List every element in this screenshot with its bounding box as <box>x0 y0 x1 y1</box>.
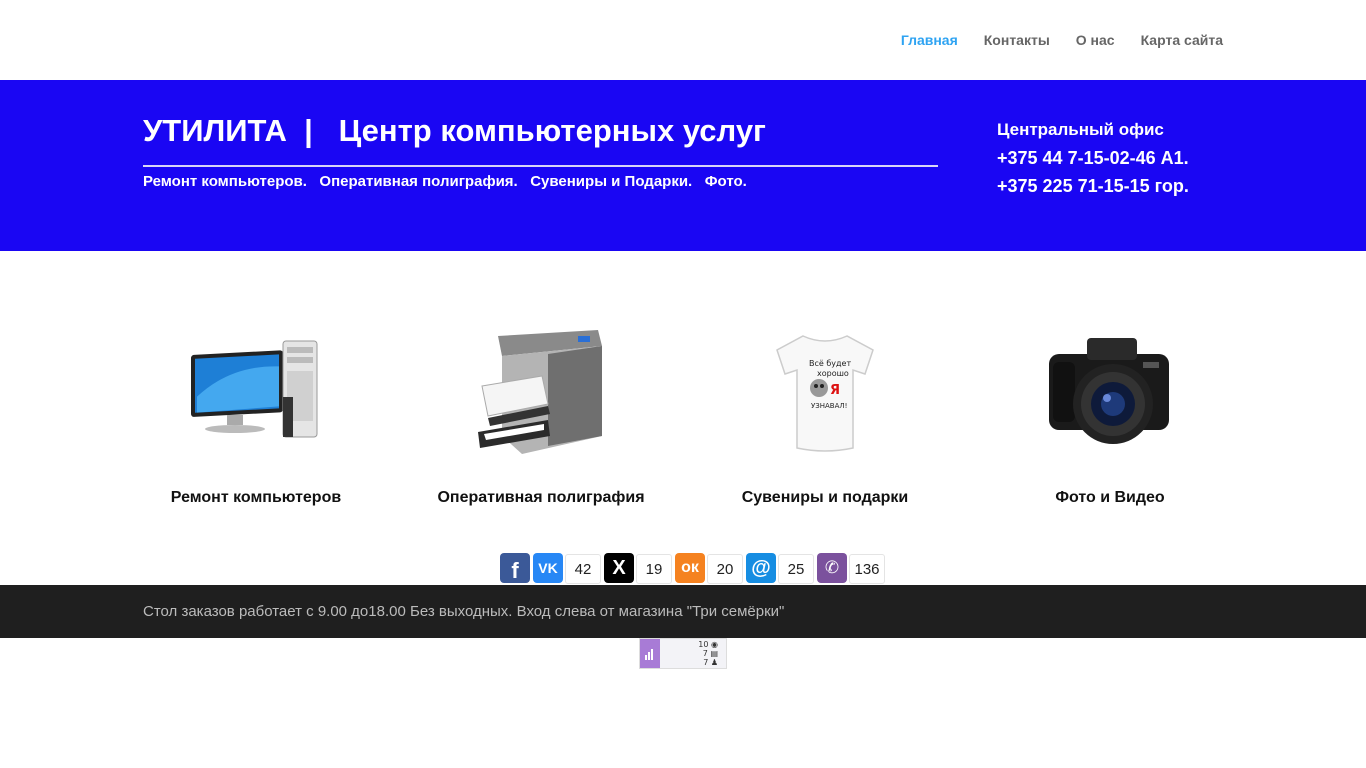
eye-icon: ◉ <box>711 640 718 649</box>
service-computer-repair[interactable]: Ремонт компьютеров <box>136 324 376 507</box>
top-navigation: Главная Контакты О нас Карта сайта <box>0 0 1366 80</box>
service-printing[interactable]: Оперативная полиграфия <box>421 324 661 507</box>
tshirt-icon[interactable]: Всё будет хорошо Я УЗНАВАЛ! <box>705 324 945 460</box>
odnoklassniki-icon: ок <box>681 559 699 576</box>
person-icon: ♟ <box>710 658 718 667</box>
footer-text: Стол заказов работает с 9.00 до18.00 Без… <box>143 603 785 620</box>
service-souvenirs[interactable]: Всё будет хорошо Я УЗНАВАЛ! Сувениры и п… <box>705 324 945 507</box>
phone-mobile: +375 44 7-15-02-46 А1. <box>997 148 1189 168</box>
office-title: Центральный офис <box>997 120 1164 139</box>
services-tagline: Ремонт компьютеров. Оперативная полиграф… <box>143 173 747 190</box>
footer: Стол заказов работает с 9.00 до18.00 Без… <box>0 585 1366 638</box>
nav-item-home[interactable]: Главная <box>901 32 958 48</box>
ok-share-count: 20 <box>707 554 743 584</box>
visitor-counter[interactable]: 10 ◉ 7 ▤ 7 ♟ <box>639 638 727 669</box>
service-photo-video[interactable]: Фото и Видео <box>990 324 1230 507</box>
mail-share-count: 25 <box>778 554 814 584</box>
vk-icon: VK <box>538 560 558 576</box>
site-title[interactable]: УТИЛИТА | Центр компьютерных услуг <box>143 113 766 149</box>
at-sign-icon: @ <box>751 556 771 579</box>
service-label[interactable]: Сувениры и подарки <box>705 489 945 507</box>
visit-icon: ▤ <box>710 649 718 658</box>
counter-values: 10 ◉ 7 ▤ 7 ♟ <box>698 640 718 667</box>
vk-share-button[interactable]: VK <box>533 553 563 583</box>
odnoklassniki-share-button[interactable]: ок <box>675 553 705 583</box>
nav-menu: Главная Контакты О нас Карта сайта <box>901 32 1223 50</box>
tshirt-print-line1: Всё будет <box>809 359 851 368</box>
yandex-metrika-icon <box>640 639 660 668</box>
header-divider <box>143 165 938 167</box>
office-contacts: Центральный офис +375 44 7-15-02-46 А1. … <box>997 116 1189 200</box>
facebook-icon: f <box>511 558 519 583</box>
phone-landline: +375 225 71-15-15 гор. <box>997 176 1189 196</box>
counter-views: 10 <box>698 640 709 649</box>
x-icon: X <box>612 556 626 579</box>
nav-item-about[interactable]: О нас <box>1076 32 1115 48</box>
mailru-share-button[interactable]: @ <box>746 553 776 583</box>
service-label[interactable]: Ремонт компьютеров <box>136 489 376 507</box>
x-share-count: 19 <box>636 554 672 584</box>
counter-visitors: 7 <box>703 658 709 667</box>
header-banner: УТИЛИТА | Центр компьютерных услуг Ремон… <box>0 80 1366 251</box>
social-share-bar: f VK 42 X 19 ок 20 @ 25 ✆ 136 <box>500 552 888 584</box>
nav-item-sitemap[interactable]: Карта сайта <box>1141 32 1223 48</box>
service-label[interactable]: Фото и Видео <box>990 489 1230 507</box>
tshirt-print-line3: Я <box>830 383 840 398</box>
vk-share-count: 42 <box>565 554 601 584</box>
viber-share-button[interactable]: ✆ <box>817 553 847 583</box>
nav-item-contacts[interactable]: Контакты <box>984 32 1050 48</box>
tshirt-print-line4: УЗНАВАЛ! <box>811 402 847 410</box>
tshirt-print-line2: хорошо <box>817 369 849 378</box>
computer-icon[interactable] <box>136 324 376 460</box>
viber-share-count: 136 <box>849 554 885 584</box>
printer-icon[interactable] <box>421 324 661 460</box>
phone-icon: ✆ <box>824 558 840 577</box>
facebook-share-button[interactable]: f <box>500 553 530 583</box>
camera-icon[interactable] <box>990 324 1230 460</box>
service-label[interactable]: Оперативная полиграфия <box>421 489 661 507</box>
counter-visits: 7 <box>702 649 708 658</box>
x-share-button[interactable]: X <box>604 553 634 583</box>
